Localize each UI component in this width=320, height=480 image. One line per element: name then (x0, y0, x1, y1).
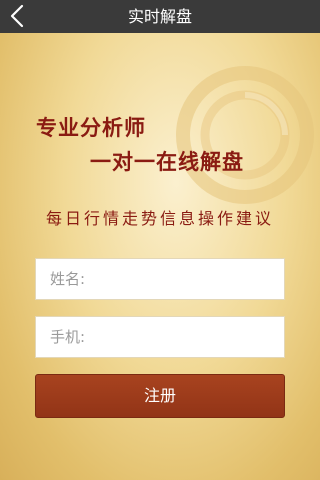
subtitle-text: 每日行情走势信息操作建议 (45, 209, 274, 228)
register-button[interactable]: 注册 (35, 374, 285, 418)
app-screen: 实时解盘 专业分析师 一对一在线解盘 每日行情走势信息操作建议 注册 (0, 0, 320, 480)
ring-logo-icon (176, 66, 314, 204)
page-title: 实时解盘 (127, 7, 192, 26)
headline-line-1: 专业分析师 (36, 116, 146, 140)
top-nav-bar: 实时解盘 (0, 0, 320, 33)
headline-line-2: 一对一在线解盘 (90, 150, 244, 174)
name-input[interactable] (35, 258, 285, 300)
phone-input[interactable] (35, 316, 285, 358)
